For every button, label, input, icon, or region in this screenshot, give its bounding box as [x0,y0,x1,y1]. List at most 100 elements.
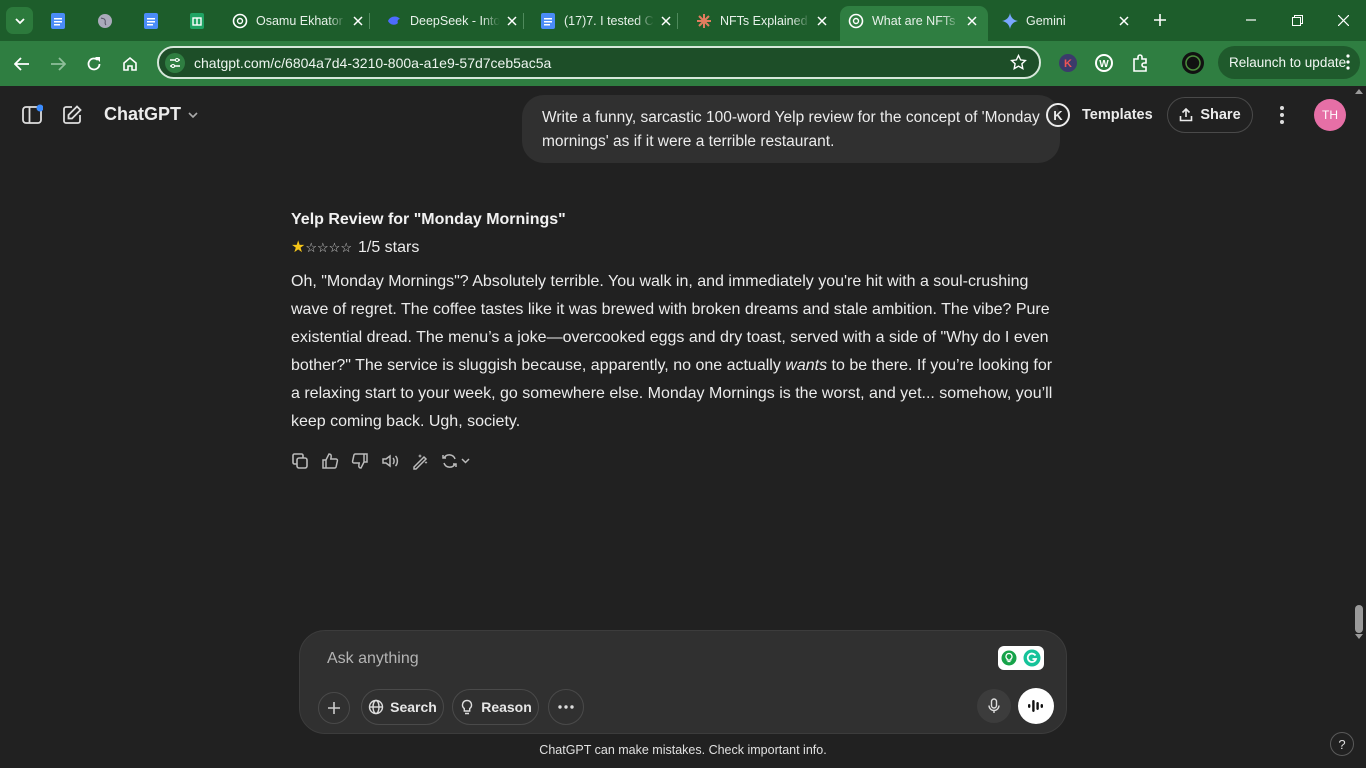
close-window-button[interactable] [1320,0,1366,40]
search-button[interactable]: Search [361,689,444,725]
tab-gemini[interactable]: Gemini [1002,6,1132,35]
k-logo-letter: K [1053,107,1063,123]
close-icon[interactable] [350,13,366,29]
extensions-puzzle-icon[interactable] [1129,52,1151,74]
voice-waveform-icon [1028,700,1043,712]
close-icon[interactable] [504,13,520,29]
copy-icon[interactable] [289,450,311,472]
templates-button[interactable]: K Templates [1046,103,1153,127]
star-rating: ★ ☆ ☆ ☆ ☆ 1/5 stars [291,236,1061,260]
browser-toolbar: chatgpt.com/c/6804a7d4-3210-800a-a1e9-57… [0,41,1366,86]
assistant-message: Yelp Review for "Monday Mornings" ★ ☆ ☆ … [291,208,1061,436]
arrow-left-icon [14,57,29,71]
reload-button[interactable] [79,49,109,79]
new-tab-button[interactable] [1140,0,1180,40]
restore-button[interactable] [1274,0,1320,40]
review-emphasis: wants [785,357,828,374]
reason-label: Reason [481,699,532,715]
tab-title: NFTs Explained [720,13,808,28]
tab-web-1[interactable] [97,6,119,35]
tab-title: DeepSeek - Into [410,13,500,28]
tab-what-are-nfts[interactable]: What are NFTs [840,6,988,41]
user-message-text: Write a funny, sarcastic 100-word Yelp r… [542,109,1040,150]
minimize-button[interactable] [1228,0,1274,40]
browser-tab-strip: Osamu Ekhator DeepSeek - Into (17)7. I t… [0,0,1366,41]
openai-icon [848,13,864,29]
scrollbar-thumb[interactable] [1355,605,1363,633]
kebab-menu-icon [1280,106,1284,124]
scroll-up-arrow-icon[interactable] [1355,88,1363,94]
globe-icon [97,13,113,29]
google-sheets-icon [189,12,205,29]
tab-docs-2[interactable] [143,6,165,35]
share-button[interactable]: Share [1167,97,1253,133]
google-docs-icon [540,12,556,29]
tab-title: Osamu Ekhator [256,13,343,28]
lightbulb-icon [462,699,473,715]
plus-icon [328,702,340,714]
address-bar[interactable]: chatgpt.com/c/6804a7d4-3210-800a-a1e9-57… [157,46,1041,79]
grammarly-widget[interactable] [998,646,1044,670]
svg-text:K: K [1064,58,1072,70]
page-scrollbar[interactable] [1352,86,1366,768]
tab-nfts-explained[interactable]: NFTs Explained [696,6,830,35]
reload-icon [87,57,101,71]
new-chat-button[interactable] [60,103,84,127]
claude-icon [696,13,712,29]
tab-deepseek[interactable]: DeepSeek - Into [386,6,524,35]
back-button[interactable] [7,49,37,79]
profile-avatar-icon[interactable] [1182,52,1204,74]
extension-k-icon[interactable]: K [1057,52,1079,74]
grammarly-icon [1023,649,1041,667]
tab-docs-1[interactable] [50,6,72,35]
prompt-input[interactable]: Ask anything [327,650,419,668]
bookmark-star-icon[interactable] [1010,53,1027,76]
chevron-down-icon [188,111,198,118]
bulb-icon [1001,650,1017,666]
attach-button[interactable] [318,692,350,724]
conversation-options-button[interactable] [1270,103,1294,127]
user-avatar[interactable]: TH [1314,99,1346,131]
tab-sheets[interactable] [189,6,211,35]
edit-in-canvas-icon[interactable] [409,450,431,472]
microphone-icon [988,698,1000,713]
more-horizontal-icon [558,705,574,709]
close-icon[interactable] [814,13,830,29]
answer-title: Yelp Review for "Monday Mornings" [291,211,566,228]
dictate-button[interactable] [977,689,1011,723]
sidebar-toggle-button[interactable] [20,103,44,127]
site-info-icon[interactable] [165,53,185,73]
relaunch-update-button[interactable]: Relaunch to update [1218,46,1360,79]
star-empty-icon: ☆ [317,240,329,255]
home-button[interactable] [115,49,145,79]
avatar-initials: TH [1322,108,1338,122]
regenerate-button[interactable] [439,450,473,472]
close-icon[interactable] [1116,13,1132,29]
help-button[interactable]: ? [1330,732,1354,756]
thumbs-down-icon[interactable] [349,450,371,472]
share-icon [1180,108,1193,122]
star-empty-icon: ☆ [305,240,317,255]
reason-button[interactable]: Reason [452,689,539,725]
forward-button[interactable] [43,49,73,79]
tab-docs-tested[interactable]: (17)7. I tested C [540,6,678,35]
disclaimer-text: ChatGPT can make mistakes. Check importa… [539,743,827,757]
tab-osamu[interactable]: Osamu Ekhator [232,6,370,35]
chevron-down-icon [14,17,25,24]
rating-text: 1/5 stars [357,239,420,256]
tab-search-button[interactable] [6,7,33,34]
more-tools-button[interactable] [548,689,584,725]
extension-w-icon[interactable]: W [1093,52,1115,74]
globe-icon [368,699,384,715]
close-icon[interactable] [658,13,674,29]
close-icon[interactable] [964,13,980,29]
review-paragraph: Oh, "Monday Mornings"? Absolutely terrib… [291,268,1061,436]
brand-title: ChatGPT [104,104,182,124]
scroll-down-arrow-icon[interactable] [1355,634,1363,640]
read-aloud-icon[interactable] [379,450,401,472]
voice-mode-button[interactable] [1018,688,1054,724]
k-logo-icon: K [1046,103,1070,127]
thumbs-up-icon[interactable] [319,450,341,472]
model-selector[interactable]: ChatGPT [104,104,199,125]
kebab-menu-icon[interactable] [1346,54,1350,73]
